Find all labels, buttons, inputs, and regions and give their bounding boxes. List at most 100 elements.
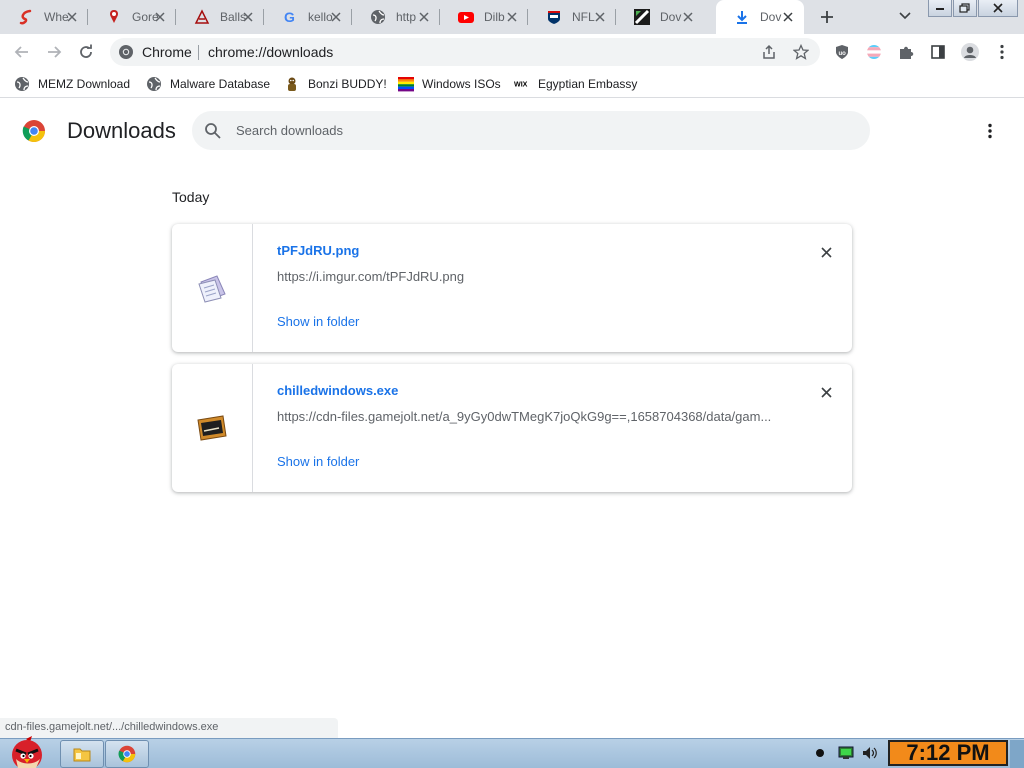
close-tab-icon[interactable] — [328, 9, 344, 25]
svg-text:WIX: WIX — [514, 81, 528, 89]
close-tab-icon[interactable] — [240, 9, 256, 25]
tab-1[interactable]: Whe — [0, 0, 88, 34]
remove-download-button[interactable] — [816, 242, 836, 262]
tab-search-button[interactable] — [895, 6, 915, 26]
exe-file-icon — [197, 415, 227, 441]
download-filename-link[interactable]: tPFJdRU.png — [277, 243, 359, 258]
close-tab-icon[interactable] — [504, 9, 520, 25]
screen: Whe Gore Balls G kello http Dilb NFL Dov… — [0, 0, 1024, 768]
close-tab-icon[interactable] — [416, 9, 432, 25]
url-text[interactable]: chrome://downloads — [208, 44, 333, 60]
omnibox-separator — [198, 45, 199, 60]
ublock-extension-button[interactable]: uo — [830, 40, 854, 64]
side-panel-button[interactable] — [926, 40, 950, 64]
chrome-logo-icon — [22, 120, 45, 142]
download-filename-link[interactable]: chilledwindows.exe — [277, 383, 398, 398]
google-icon: G — [282, 9, 298, 25]
svg-text:G: G — [284, 9, 295, 25]
bookmark-memz-download[interactable]: MEMZ Download — [14, 76, 130, 92]
share-icon[interactable] — [760, 43, 778, 61]
tab-7[interactable]: NFL — [528, 0, 616, 34]
rainbow-icon — [398, 76, 414, 92]
close-icon — [820, 386, 832, 398]
restore-button[interactable] — [953, 0, 977, 17]
download-item: tPFJdRU.png https://i.imgur.com/tPFJdRU.… — [172, 224, 852, 352]
image-file-icon — [198, 275, 226, 303]
reload-button[interactable] — [74, 40, 98, 64]
angry-bird-icon — [12, 736, 42, 768]
show-desktop-button[interactable] — [1010, 740, 1024, 768]
downloads-menu-button[interactable] — [980, 120, 1000, 142]
address-bar[interactable]: Chrome chrome://downloads — [110, 38, 820, 66]
search-downloads-box[interactable] — [192, 111, 870, 150]
close-tab-icon[interactable] — [152, 9, 168, 25]
forward-button[interactable] — [42, 40, 66, 64]
tray-dot-icon[interactable] — [812, 745, 828, 761]
file-icon-column — [172, 224, 253, 352]
close-tab-icon[interactable] — [780, 9, 796, 25]
tab-2[interactable]: Gore — [88, 0, 176, 34]
back-button[interactable] — [10, 40, 34, 64]
close-icon — [820, 246, 832, 258]
trans-flag-icon — [867, 45, 881, 59]
globe-icon — [14, 76, 30, 92]
wix-icon: WIX — [514, 76, 530, 92]
date-header: Today — [172, 189, 210, 205]
new-tab-button[interactable] — [815, 5, 839, 29]
tab-3[interactable]: Balls — [176, 0, 264, 34]
bookmark-star-icon[interactable] — [792, 43, 810, 61]
page-title: Downloads — [67, 118, 176, 143]
minimize-icon — [936, 8, 944, 10]
close-window-button[interactable] — [978, 0, 1018, 17]
chrome-menu-button[interactable] — [990, 40, 1014, 64]
remove-download-button[interactable] — [816, 382, 836, 402]
bookmark-label: MEMZ Download — [38, 77, 131, 91]
file-icon-column — [172, 364, 253, 492]
slash-logo-icon — [634, 9, 650, 25]
bookmark-label: Bonzi BUDDY! — [308, 77, 387, 91]
avatar-icon — [961, 43, 979, 61]
bookmark-label: Windows ISOs — [422, 77, 501, 91]
network-icon[interactable] — [838, 745, 854, 761]
close-tab-icon[interactable] — [680, 9, 696, 25]
close-tab-icon[interactable] — [592, 9, 608, 25]
download-icon — [734, 9, 750, 25]
search-input[interactable] — [236, 119, 836, 141]
puzzle-icon — [900, 46, 914, 59]
bookmark-egyptian-embassy[interactable]: WIX Egyptian Embassy — [514, 76, 637, 92]
bookmark-windows-isos[interactable]: Windows ISOs — [398, 76, 501, 92]
reload-icon — [80, 44, 92, 58]
arrow-right-icon — [48, 46, 62, 58]
bonzi-icon — [284, 76, 300, 92]
downloads-page: Downloads Today tPFJdRU.png https://i.im… — [0, 99, 1024, 739]
bookmark-malware-database[interactable]: Malware Database — [146, 76, 270, 92]
kebab-menu-icon — [1000, 44, 1004, 60]
volume-icon[interactable] — [862, 745, 878, 761]
tab-8[interactable]: Dov — [616, 0, 704, 34]
download-source-url: https://cdn-files.gamejolt.net/a_9yGy0dw… — [277, 409, 772, 424]
browser-toolbar: Chrome chrome://downloads uo — [0, 34, 1024, 70]
extensions-button[interactable] — [894, 40, 918, 64]
close-tab-icon[interactable] — [64, 9, 80, 25]
side-panel-icon — [931, 45, 945, 59]
tab-6[interactable]: Dilb — [440, 0, 528, 34]
youtube-icon — [458, 9, 474, 25]
chrome-icon — [119, 45, 133, 59]
taskbar-explorer-button[interactable] — [60, 740, 104, 768]
tab-5[interactable]: http — [352, 0, 440, 34]
minimize-button[interactable] — [928, 0, 952, 17]
profile-button[interactable] — [958, 40, 982, 64]
shield-icon: uo — [836, 45, 848, 59]
red-swirl-icon — [18, 9, 34, 25]
start-button[interactable] — [2, 735, 52, 768]
bookmark-bonzi-buddy[interactable]: Bonzi BUDDY! — [284, 76, 387, 92]
tab-4[interactable]: G kello — [264, 0, 352, 34]
plus-icon — [821, 11, 833, 23]
show-in-folder-link[interactable]: Show in folder — [277, 454, 359, 469]
taskbar-chrome-button[interactable] — [105, 740, 149, 768]
trans-flag-extension-button[interactable] — [862, 40, 886, 64]
nfl-icon — [546, 9, 562, 25]
show-in-folder-link[interactable]: Show in folder — [277, 314, 359, 329]
tab-downloads-active[interactable]: Dov — [716, 0, 804, 34]
taskbar-clock[interactable]: 7:12 PM — [888, 740, 1008, 766]
